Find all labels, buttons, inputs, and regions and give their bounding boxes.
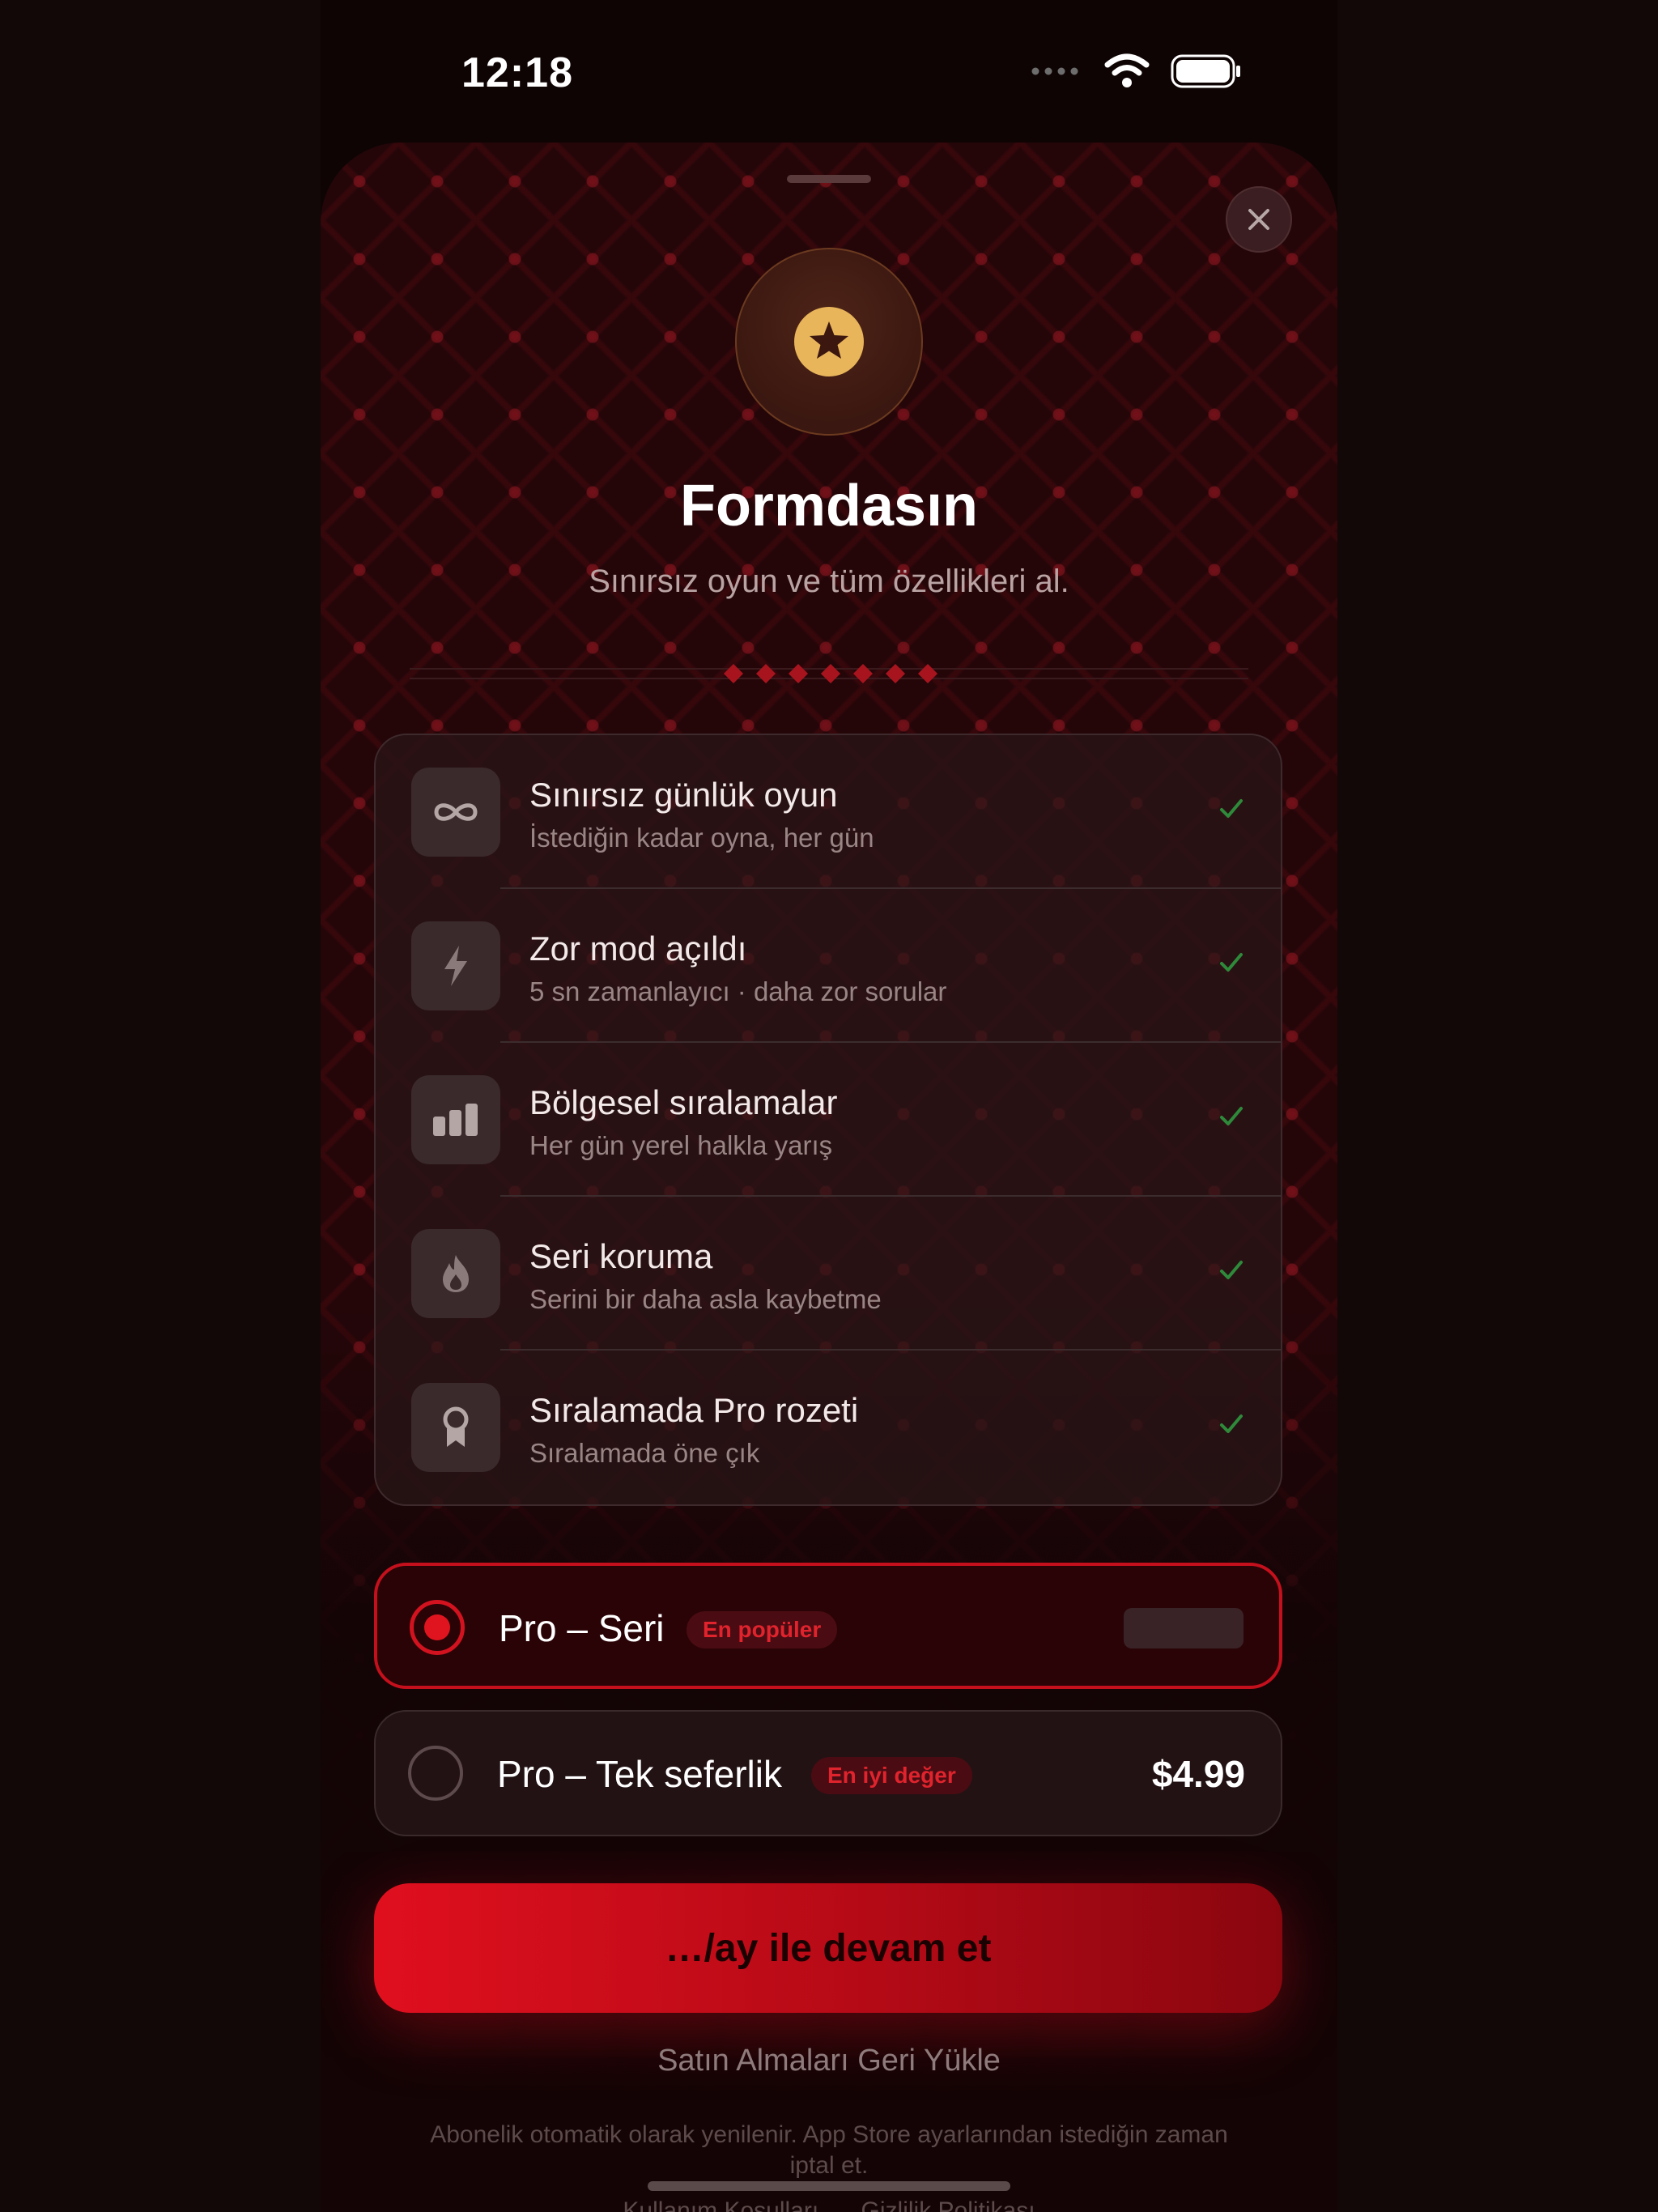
- feature-title: Sınırsız günlük oyun: [529, 776, 838, 814]
- plan-tag-popular: En popüler: [687, 1611, 838, 1648]
- pro-badge: [735, 248, 923, 436]
- close-button[interactable]: [1226, 186, 1292, 253]
- status-time: 12:18: [461, 49, 573, 96]
- checkmark-icon: [1220, 1261, 1243, 1279]
- feature-subtitle: Serini bir daha asla kaybetme: [529, 1284, 882, 1314]
- legal-links: Kullanım Koşulları Gizlilik Politikası: [321, 2197, 1337, 2212]
- feature-title: Sıralamada Pro rozeti: [529, 1391, 859, 1429]
- plan-name: Pro – Tek seferlik: [497, 1753, 782, 1795]
- feature-subtitle: Sıralamada öne çık: [529, 1438, 760, 1468]
- checkmark-icon: [1220, 953, 1243, 972]
- paywall-title: Formdasın: [679, 474, 979, 538]
- legal-text: Abonelik otomatik olarak yenilenir. App …: [430, 2121, 1228, 2179]
- price-loading-placeholder: [1124, 1608, 1244, 1648]
- feature-title: Seri koruma: [529, 1237, 713, 1275]
- ornament-divider: [410, 664, 1248, 683]
- feature-subtitle: Her gün yerel halkla yarış: [529, 1130, 833, 1160]
- feature-subtitle: 5 sn zamanlayıcı · daha zor sorular: [529, 976, 947, 1006]
- plan-option-pro-seri[interactable]: Pro – Seri En popüler: [374, 1563, 1282, 1689]
- home-indicator[interactable]: [648, 2181, 1010, 2191]
- feature-row: Seri koruma Serini bir daha asla kaybetm…: [376, 1197, 1281, 1351]
- plan-tag-best-value: En iyi değer: [811, 1757, 972, 1794]
- battery-icon: [1171, 54, 1240, 88]
- feature-icon-box: [411, 921, 500, 1010]
- feature-row: Bölgesel sıralamalar Her gün yerel halkl…: [376, 1043, 1281, 1197]
- radio-unselected[interactable]: [408, 1746, 463, 1801]
- phone-screen: 12:18 Formdasın Sınırsız oyun ve tüm öze…: [321, 0, 1337, 2212]
- feature-title: Bölgesel sıralamalar: [529, 1083, 838, 1121]
- plan-price: $4.99: [1151, 1753, 1245, 1795]
- continue-button[interactable]: …/ay ile devam et: [374, 1883, 1282, 2013]
- radio-dot: [424, 1614, 450, 1640]
- feature-row: Sınırsız günlük oyun İstediğin kadar oyn…: [376, 735, 1281, 889]
- infinity-icon: [434, 803, 478, 821]
- checkmark-icon: [1220, 1414, 1243, 1433]
- feature-icon-box: [411, 768, 500, 857]
- close-icon: [1248, 209, 1269, 230]
- star-medal-icon: [794, 307, 864, 376]
- status-bar: 12:18: [321, 0, 1337, 146]
- status-icons: [1031, 53, 1242, 89]
- sheet-grabber[interactable]: [787, 175, 871, 183]
- checkmark-icon: [1220, 799, 1243, 818]
- feature-icon-box: [411, 1383, 500, 1472]
- feature-subtitle: İstediğin kadar oyna, her gün: [529, 823, 874, 853]
- wifi-icon: [1104, 53, 1150, 87]
- cellular-signal-icon: [1031, 67, 1078, 75]
- radio-selected[interactable]: [410, 1600, 465, 1655]
- feature-icon-box: [411, 1075, 500, 1164]
- bar-chart-icon: [433, 1104, 478, 1136]
- feature-title: Zor mod açıldı: [529, 929, 747, 968]
- paywall-subtitle: Sınırsız oyun ve tüm özellikleri al.: [589, 564, 1069, 599]
- features-card: Sınırsız günlük oyun İstediğin kadar oyn…: [374, 734, 1282, 1506]
- flame-icon: [443, 1255, 469, 1292]
- feature-icon-box: [411, 1229, 500, 1318]
- privacy-link[interactable]: Gizlilik Politikası: [861, 2197, 1035, 2212]
- plan-name: Pro – Seri: [499, 1607, 665, 1649]
- terms-link[interactable]: Kullanım Koşulları: [623, 2197, 818, 2212]
- bolt-icon: [444, 946, 467, 986]
- award-ribbon-icon: [443, 1406, 469, 1447]
- feature-row: Sıralamada Pro rozeti Sıralamada öne çık: [376, 1351, 1281, 1504]
- plan-option-pro-tek-seferlik[interactable]: Pro – Tek seferlik En iyi değer $4.99: [374, 1710, 1282, 1836]
- checkmark-icon: [1220, 1107, 1243, 1125]
- restore-purchases-link[interactable]: Satın Almaları Geri Yükle: [321, 2044, 1337, 2078]
- feature-row: Zor mod açıldı 5 sn zamanlayıcı · daha z…: [376, 889, 1281, 1043]
